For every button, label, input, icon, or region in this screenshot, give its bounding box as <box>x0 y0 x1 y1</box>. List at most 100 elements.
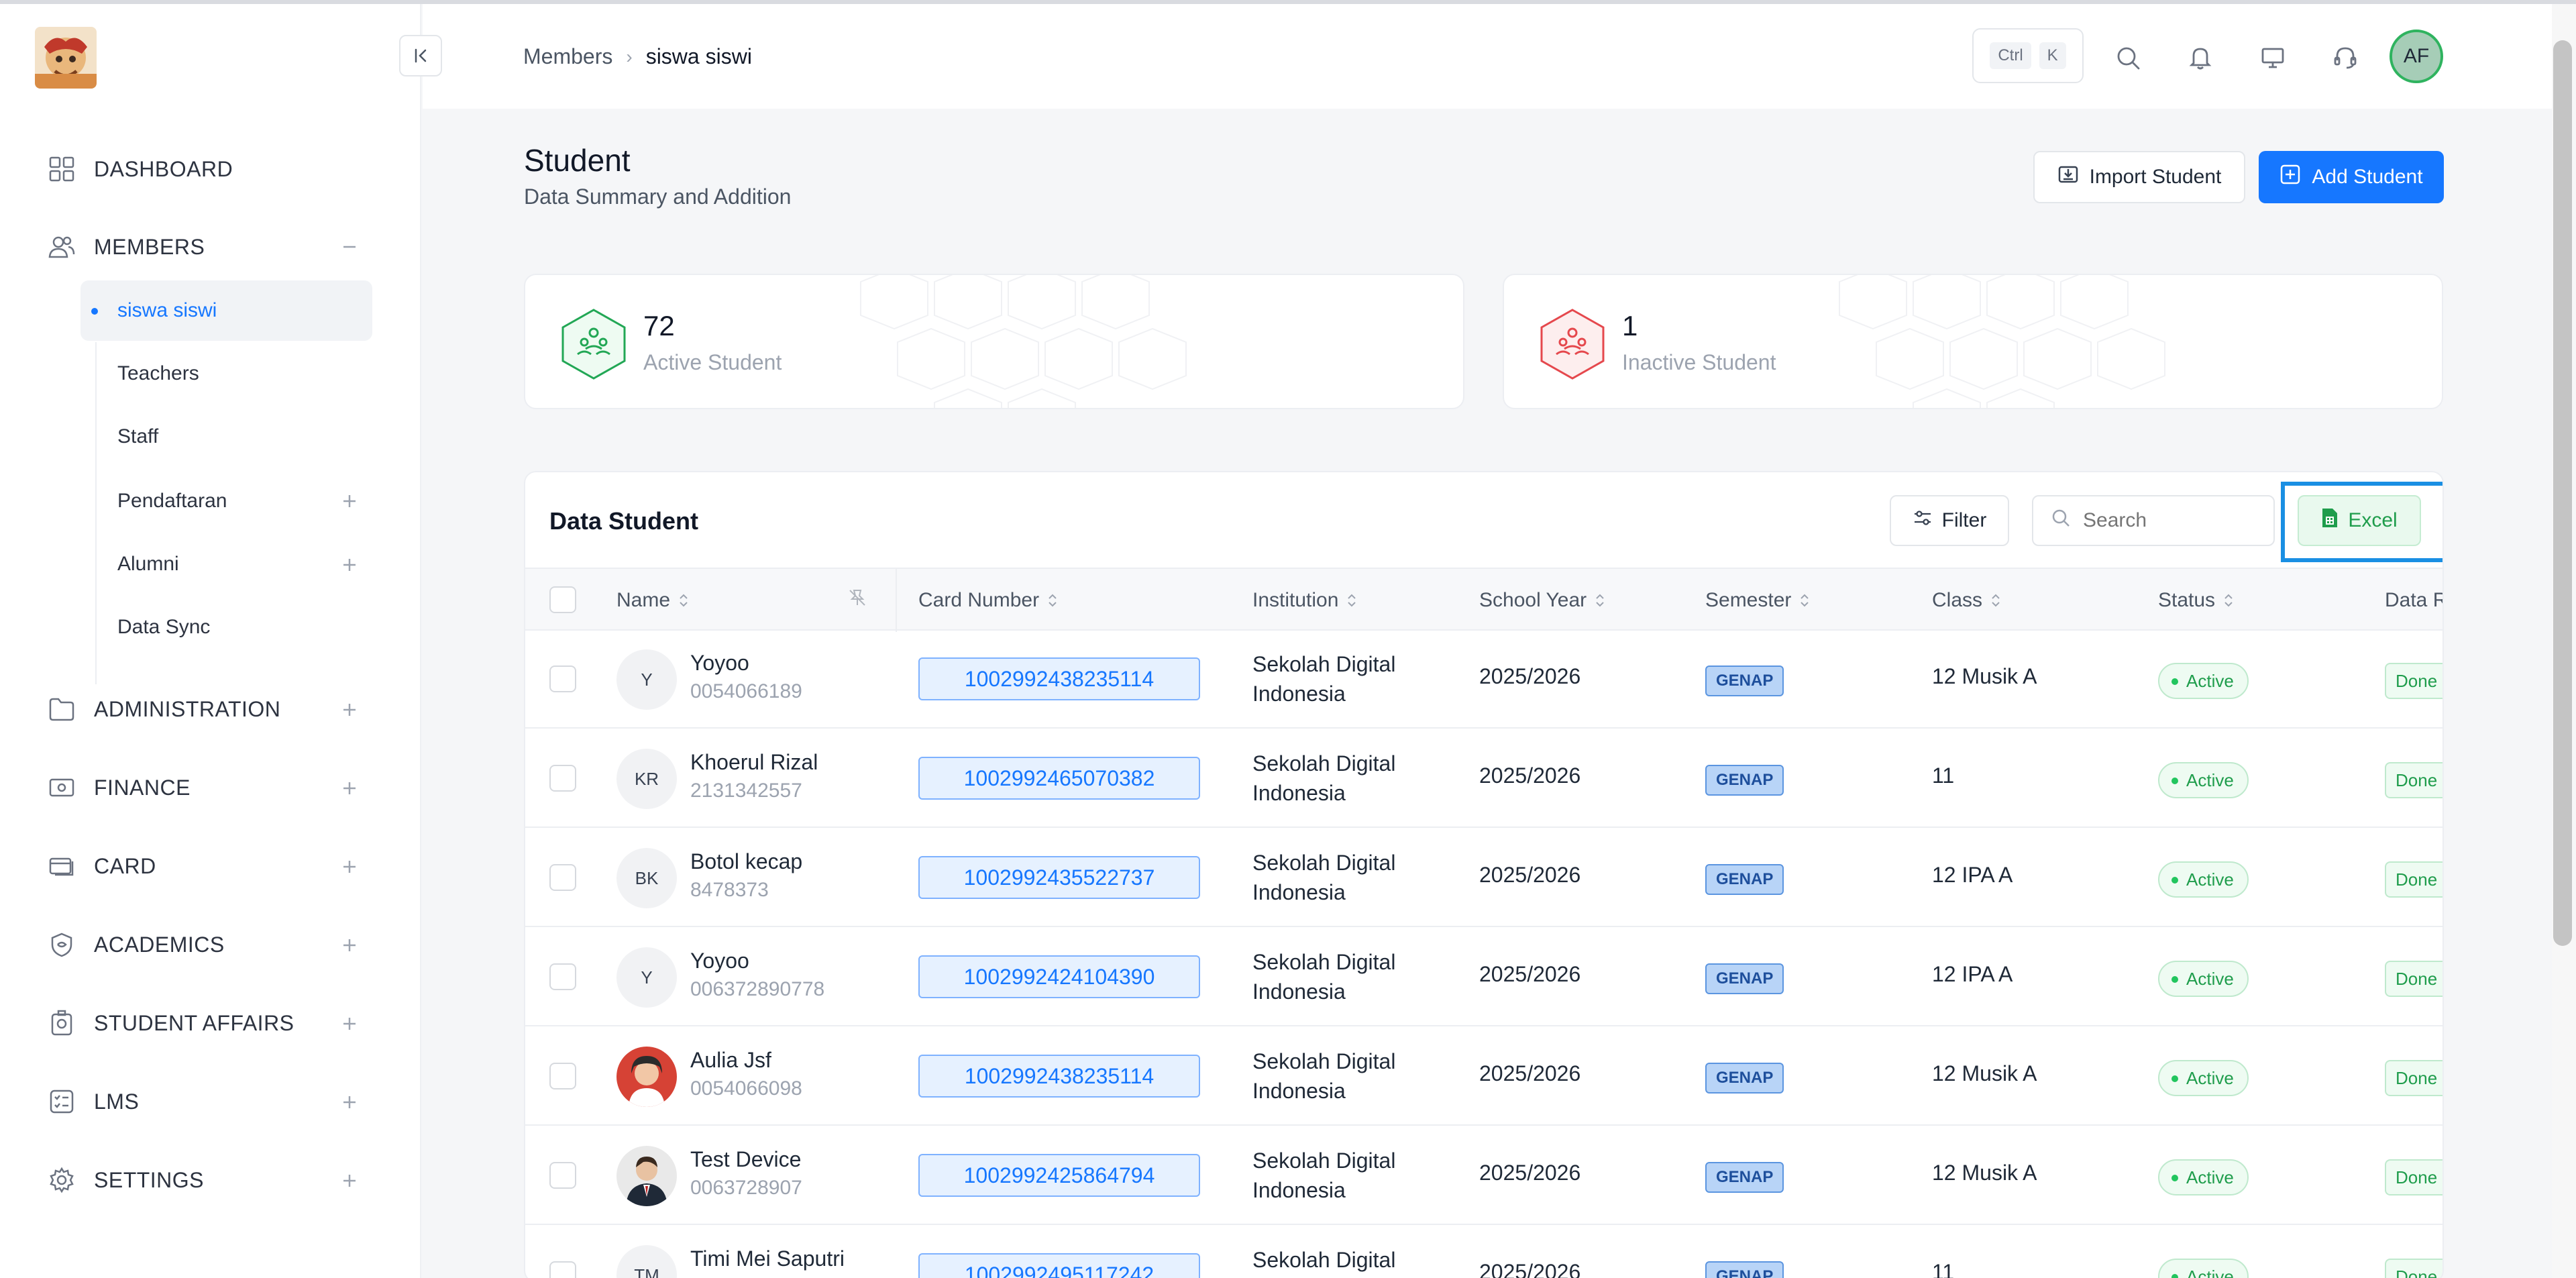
unpin-icon[interactable] <box>847 588 867 608</box>
student-name[interactable]: Test Device <box>690 1147 801 1172</box>
card-number-badge[interactable]: 1002992425864794 <box>918 1154 1200 1197</box>
bell-icon[interactable] <box>2186 43 2215 72</box>
command-search-shortcut[interactable]: Ctrl K <box>1972 28 2084 83</box>
status-badge: Active <box>2158 861 2249 898</box>
table-search-field[interactable] <box>2032 495 2275 546</box>
user-avatar[interactable]: AF <box>2390 30 2443 83</box>
row-checkbox[interactable] <box>549 1162 576 1189</box>
card-number-badge[interactable]: 1002992438235114 <box>918 1055 1200 1098</box>
row-checkbox[interactable] <box>549 864 576 891</box>
search-input[interactable] <box>2083 509 2257 532</box>
nav-dashboard[interactable]: DASHBOARD <box>47 149 233 189</box>
export-excel-button[interactable]: Excel <box>2298 495 2421 546</box>
table-row[interactable]: Test Device 0063728907 1002992425864794 Sek… <box>525 1127 2443 1225</box>
import-student-button[interactable]: Import Student <box>2033 151 2245 203</box>
nav-members[interactable]: MEMBERS <box>47 227 205 267</box>
scrollbar-thumb[interactable] <box>2553 40 2572 946</box>
sidebar-item-data-sync[interactable]: Data Sync <box>80 597 372 657</box>
column-header-data-r[interactable]: Data R <box>2385 589 2443 612</box>
sidebar-item-teachers[interactable]: Teachers <box>80 343 372 404</box>
expand-finance-icon[interactable] <box>339 778 360 799</box>
student-name[interactable]: Yoyoo <box>690 949 749 973</box>
data-status-badge: Done <box>2385 1259 2443 1278</box>
nav-student-affairs[interactable]: STUDENT AFFAIRS <box>47 1003 294 1043</box>
column-header-name[interactable]: Name <box>616 589 689 612</box>
column-header-status[interactable]: Status <box>2158 589 2234 612</box>
row-checkbox[interactable] <box>549 765 576 792</box>
expand-settings-icon[interactable] <box>339 1170 360 1191</box>
column-header-card-number[interactable]: Card Number <box>918 589 1058 612</box>
sidebar-item-alumni[interactable]: Alumni <box>80 534 372 594</box>
column-header-institution[interactable]: Institution <box>1252 589 1357 612</box>
school-year-cell: 2025/2026 <box>1479 664 1581 688</box>
column-header-semester[interactable]: Semester <box>1705 589 1810 612</box>
nav-settings[interactable]: SETTINGS <box>47 1160 204 1200</box>
student-name[interactable]: Botol kecap <box>690 849 802 874</box>
monitor-icon[interactable] <box>2258 43 2288 72</box>
inactive-student-card: 1 Inactive Student <box>1503 274 2443 409</box>
table-row[interactable]: BK Botol kecap 8478373 1002992435522737 Seko… <box>525 829 2443 927</box>
row-checkbox[interactable] <box>549 1063 576 1089</box>
expand-alumni-icon[interactable] <box>339 554 360 576</box>
institution-cell: Sekolah Digital Indonesia <box>1252 1248 1396 1278</box>
nav-finance[interactable]: FINANCE <box>47 767 191 808</box>
student-name[interactable]: Aulia Jsf <box>690 1048 771 1073</box>
semester-badge: GENAP <box>1705 1261 1784 1278</box>
sort-icon <box>680 594 688 607</box>
search-icon[interactable] <box>2113 43 2143 72</box>
users-icon <box>47 232 76 262</box>
filter-button[interactable]: Filter <box>1890 495 2009 546</box>
nav-card[interactable]: CARD <box>47 846 156 886</box>
sub-label: Data Sync <box>117 616 211 638</box>
card-number-badge[interactable]: 1002992438235114 <box>918 657 1200 700</box>
folder-icon <box>47 694 76 724</box>
row-checkbox[interactable] <box>549 1261 576 1278</box>
student-name[interactable]: Khoerul Rizal <box>690 750 818 775</box>
expand-student-affairs-icon[interactable] <box>339 1013 360 1034</box>
class-cell: 11 <box>1932 1260 1955 1278</box>
nav-administration[interactable]: ADMINISTRATION <box>47 689 280 729</box>
expand-administration-icon[interactable] <box>339 699 360 721</box>
sidebar-item-staff[interactable]: Staff <box>80 407 372 467</box>
school-logo[interactable] <box>35 27 97 89</box>
column-header-class[interactable]: Class <box>1932 589 2001 612</box>
sliders-icon <box>1913 508 1933 533</box>
expand-lms-icon[interactable] <box>339 1091 360 1113</box>
sidebar-item-pendaftaran[interactable]: Pendaftaran <box>80 471 372 531</box>
row-checkbox[interactable] <box>549 963 576 990</box>
column-header-school-year[interactable]: School Year <box>1479 589 1605 612</box>
table-row[interactable]: TM Timi Mei Saputri 1002992495117242 Sekola… <box>525 1226 2443 1278</box>
sidebar-item-siswa-siswi[interactable]: siswa siswi <box>80 280 372 341</box>
student-name[interactable]: Timi Mei Saputri <box>690 1246 845 1271</box>
search-icon <box>2051 508 2071 533</box>
card-number-badge[interactable]: 1002992465070382 <box>918 757 1200 800</box>
table-row[interactable]: Y Yoyoo 006372890778 1002992424104390 Sekola… <box>525 928 2443 1026</box>
collapse-members-icon[interactable] <box>339 236 360 258</box>
card-number-badge[interactable]: 1002992435522737 <box>918 856 1200 899</box>
table-row[interactable]: Y Yoyoo 0054066189 1002992438235114 Sekolah … <box>525 631 2443 729</box>
card-number-badge[interactable]: 1002992424104390 <box>918 955 1200 998</box>
row-checkbox[interactable] <box>549 665 576 692</box>
nav-lms[interactable]: LMS <box>47 1081 139 1122</box>
sort-icon <box>1992 594 2000 607</box>
nav-academics[interactable]: ACADEMICS <box>47 924 225 965</box>
sub-label: siswa siswi <box>117 299 217 321</box>
column-label: Semester <box>1705 589 1792 611</box>
class-cell: 12 Musik A <box>1932 1161 2037 1185</box>
badge-icon <box>47 1008 76 1038</box>
expand-academics-icon[interactable] <box>339 935 360 956</box>
active-student-label: Active Student <box>643 350 782 374</box>
collapse-sidebar-button[interactable] <box>399 35 442 76</box>
semester-badge: GENAP <box>1705 765 1784 796</box>
table-row[interactable]: KR Khoerul Rizal 2131342557 100299246507038… <box>525 730 2443 828</box>
headset-icon[interactable] <box>2330 43 2360 72</box>
add-student-button[interactable]: Add Student <box>2259 151 2444 203</box>
nav-label: FINANCE <box>94 775 191 800</box>
select-all-checkbox[interactable] <box>549 586 576 613</box>
table-row[interactable]: Aulia Jsf 0054066098 1002992438235114 Sekol… <box>525 1028 2443 1126</box>
breadcrumb-members-link[interactable]: Members <box>523 44 612 69</box>
student-name[interactable]: Yoyoo <box>690 651 749 676</box>
expand-pendaftaran-icon[interactable] <box>339 490 360 512</box>
expand-card-icon[interactable] <box>339 856 360 877</box>
card-number-badge[interactable]: 1002992495117242 <box>918 1253 1200 1278</box>
